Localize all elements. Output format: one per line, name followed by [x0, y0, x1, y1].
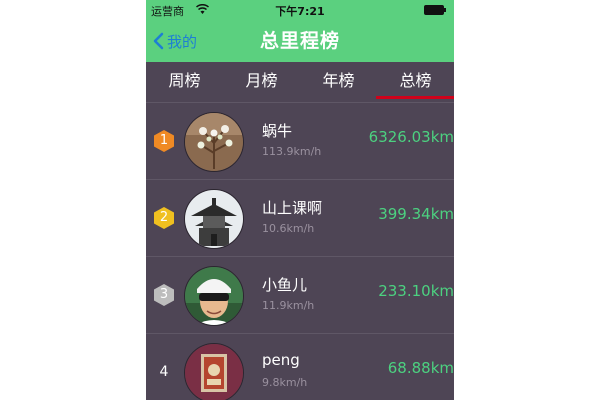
user-name: peng: [262, 351, 300, 369]
rank-number: 1: [159, 133, 169, 148]
ranking-row[interactable]: 3 小鱼儿 11.9km/h 233.10km: [146, 256, 454, 334]
rank-badge-gold: 1: [152, 129, 176, 153]
user-name: 蜗牛: [262, 122, 293, 140]
user-name: 山上课啊: [262, 199, 323, 217]
page-title: 总里程榜: [259, 30, 340, 52]
tab-weekly[interactable]: 周榜: [146, 62, 223, 102]
rank-badge-yellow: 2: [152, 206, 176, 230]
ranking-row[interactable]: 4 peng 9.8km/h 68.88km: [146, 333, 454, 400]
user-name: 小鱼儿: [262, 276, 308, 294]
selected-tab-indicator: [376, 96, 454, 99]
user-distance: 6326.03km: [368, 128, 454, 146]
avatar: [184, 112, 244, 172]
rank-number: 3: [159, 287, 169, 302]
user-speed: 113.9km/h: [262, 145, 322, 158]
avatar: [184, 266, 244, 326]
tab-monthly[interactable]: 月榜: [223, 62, 300, 102]
user-distance: 399.34km: [378, 205, 454, 223]
status-bar: 运营商 下午7:21: [146, 0, 454, 20]
user-speed: 11.9km/h: [262, 299, 315, 312]
battery-icon: [424, 5, 446, 15]
ranking-row[interactable]: 2 山上课啊 10.6km/h 399.34km: [146, 179, 454, 257]
tab-yearly[interactable]: 年榜: [300, 62, 377, 102]
avatar: [184, 189, 244, 249]
status-time: 下午7:21: [275, 5, 325, 18]
user-speed: 10.6km/h: [262, 222, 315, 235]
navigation-bar: 我的 总里程榜: [146, 20, 454, 62]
user-distance: 233.10km: [378, 282, 454, 300]
leaderboard-tabs: 周榜 月榜 年榜 总榜: [146, 62, 454, 103]
user-speed: 9.8km/h: [262, 376, 308, 389]
phone-screen: 运营商 下午7:21 我的 总里程榜 周榜 月榜 年榜 总榜 1 蜗牛 113.…: [146, 0, 454, 400]
rank-badge-plain: 4: [152, 360, 176, 384]
ranking-row[interactable]: 1 蜗牛 113.9km/h 6326.03km: [146, 102, 454, 180]
avatar: [184, 343, 244, 400]
user-distance: 68.88km: [387, 359, 454, 377]
rank-number: 2: [159, 210, 169, 225]
rank-badge-silver: 3: [152, 283, 176, 307]
rank-number: 4: [159, 364, 169, 380]
